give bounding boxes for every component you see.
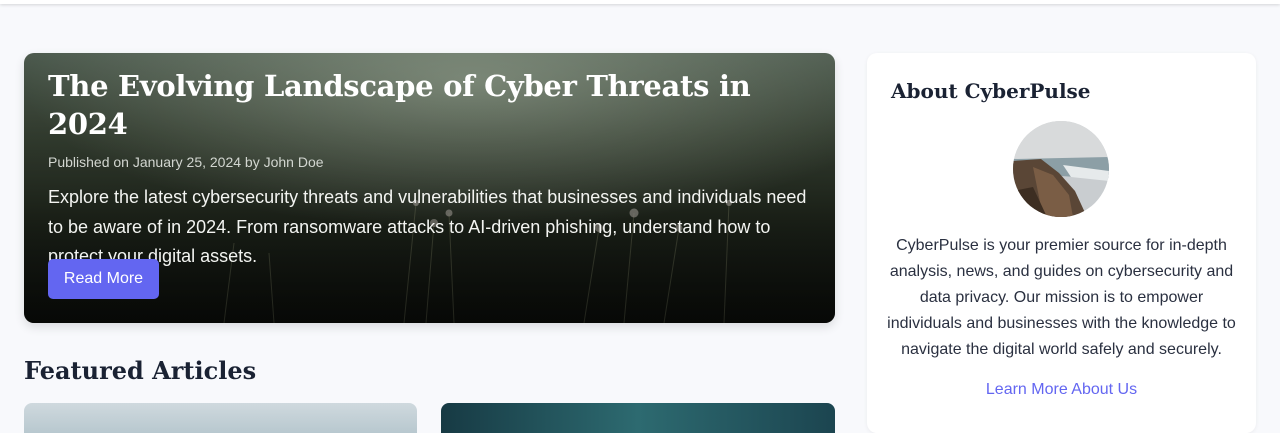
featured-articles-heading: Featured Articles bbox=[24, 356, 257, 385]
top-nav-bar bbox=[0, 0, 1280, 4]
sidebar-title: About CyberPulse bbox=[891, 79, 1091, 103]
hero-title[interactable]: The Evolving Landscape of Cyber Threats … bbox=[48, 67, 818, 143]
read-more-button[interactable]: Read More bbox=[48, 259, 159, 299]
about-description: CyberPulse is your premier source for in… bbox=[887, 237, 1236, 358]
hero-description: Explore the latest cybersecurity threats… bbox=[48, 187, 807, 266]
hero-content: The Evolving Landscape of Cyber Threats … bbox=[48, 67, 818, 272]
featured-article-card-image[interactable] bbox=[24, 403, 417, 433]
hero-article-card: The Evolving Landscape of Cyber Threats … bbox=[24, 53, 835, 323]
hero-meta: Published on January 25, 2024 by John Do… bbox=[48, 154, 324, 170]
learn-more-link[interactable]: Learn More About Us bbox=[867, 379, 1256, 401]
about-avatar-image bbox=[1013, 121, 1109, 217]
featured-article-card-image[interactable] bbox=[441, 403, 835, 433]
about-sidebar: About CyberPulse CyberPulse is your prem… bbox=[867, 53, 1256, 433]
